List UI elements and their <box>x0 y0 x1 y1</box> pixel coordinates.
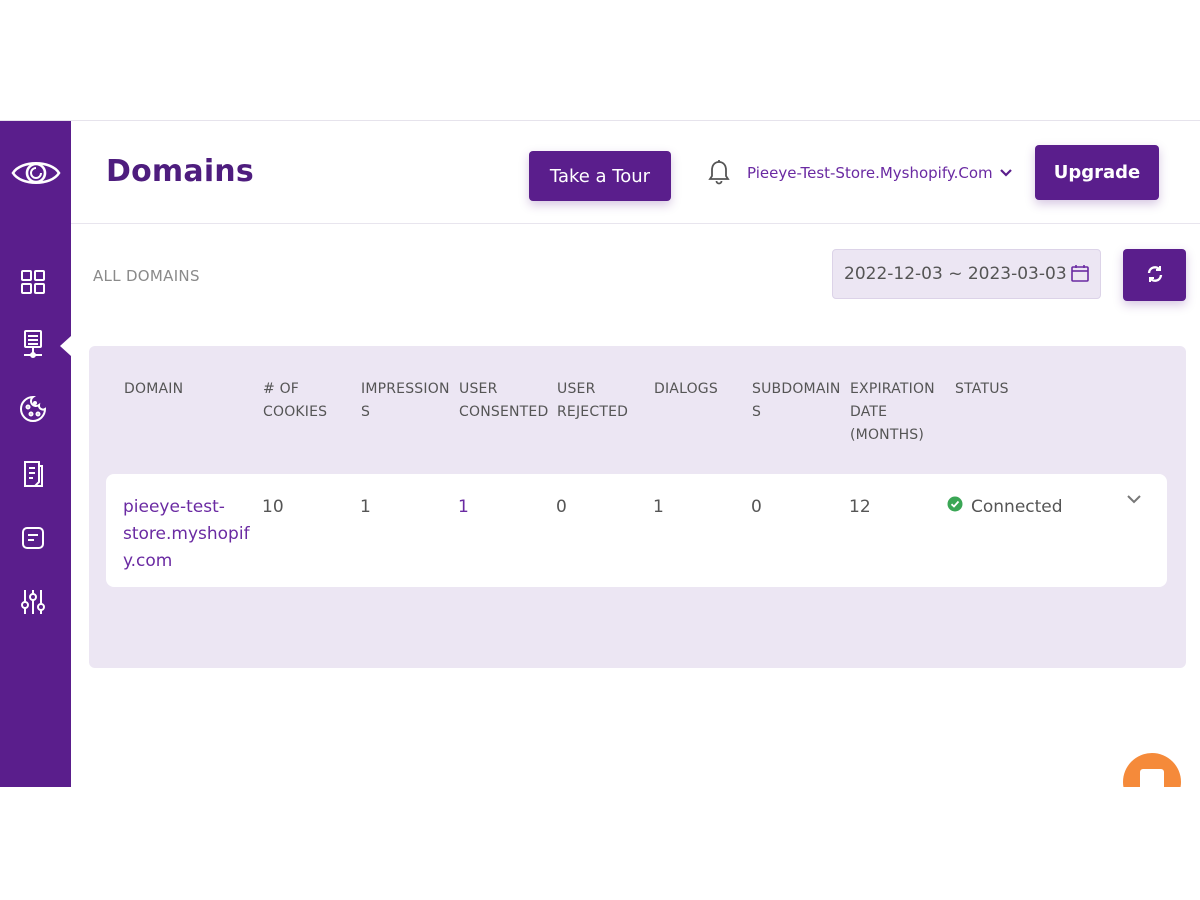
cookie-icon[interactable] <box>17 393 49 425</box>
notes-icon[interactable] <box>17 522 49 554</box>
column-header-domain: DOMAIN <box>124 381 184 397</box>
upgrade-button[interactable]: Upgrade <box>1035 145 1159 200</box>
column-header-dialogs: DIALOGS <box>654 381 718 397</box>
check-circle-icon <box>947 494 963 521</box>
header-line: DATE <box>850 404 888 420</box>
calendar-icon <box>1070 263 1090 288</box>
settings-sliders-icon[interactable] <box>17 586 49 618</box>
header-line: (MONTHS) <box>850 427 925 443</box>
eye-logo-icon[interactable] <box>10 151 62 195</box>
refresh-button[interactable] <box>1123 249 1186 301</box>
app-frame: Domains Take a Tour Pieeye-Test-Store.My… <box>0 120 1200 787</box>
refresh-icon <box>1146 265 1164 286</box>
column-header-subdomains: SUBDOMAIN S <box>752 378 841 424</box>
domain-line: store.myshopif <box>123 524 250 544</box>
bell-icon[interactable] <box>707 159 733 187</box>
domain-line: y.com <box>123 551 173 571</box>
header-line: S <box>361 404 371 420</box>
active-indicator <box>60 336 71 356</box>
cell-user-rejected: 0 <box>556 497 567 517</box>
expand-row-chevron-icon[interactable] <box>1126 492 1144 510</box>
column-header-user-rejected: USER REJECTED <box>557 378 628 424</box>
cell-impressions: 1 <box>360 497 371 517</box>
header-line: IMPRESSION <box>361 381 450 397</box>
cell-cookies: 10 <box>262 497 284 517</box>
cell-user-consented[interactable]: 1 <box>458 494 469 521</box>
cell-expiration: 12 <box>849 497 871 517</box>
column-header-status: STATUS <box>955 381 1009 397</box>
store-selector[interactable]: Pieeye-Test-Store.Myshopify.Com <box>747 161 1013 185</box>
domains-table: DOMAIN # OF COOKIES IMPRESSION S USER CO… <box>89 346 1186 668</box>
take-a-tour-button[interactable]: Take a Tour <box>529 151 671 201</box>
status-badge: Connected <box>947 494 1063 521</box>
page-title: Domains <box>106 154 254 189</box>
header-line: EXPIRATION <box>850 381 935 397</box>
top-header: Domains Take a Tour Pieeye-Test-Store.My… <box>71 121 1200 224</box>
date-range-value: 2022-12-03 ~ 2023-03-03 <box>844 264 1067 284</box>
header-line: # OF <box>263 381 300 397</box>
cell-subdomains: 0 <box>751 497 762 517</box>
header-line: S <box>752 404 762 420</box>
chevron-down-icon <box>999 164 1013 182</box>
domains-server-icon[interactable] <box>17 328 49 360</box>
column-header-expiration: EXPIRATION DATE (MONTHS) <box>850 378 935 447</box>
section-label: ALL DOMAINS <box>93 267 200 285</box>
store-name: Pieeye-Test-Store.Myshopify.Com <box>747 164 993 182</box>
column-header-impressions: IMPRESSION S <box>361 378 450 424</box>
header-line: USER <box>459 381 498 397</box>
header-line: REJECTED <box>557 404 629 420</box>
column-header-cookies: # OF COOKIES <box>263 378 327 424</box>
domain-line: pieeye-test- <box>123 497 225 517</box>
header-line: SUBDOMAIN <box>752 381 841 397</box>
header-line: CONSENTED <box>459 404 549 420</box>
dashboard-grid-icon[interactable] <box>17 266 49 298</box>
policy-document-icon[interactable] <box>17 458 49 490</box>
domain-link[interactable]: pieeye-test- store.myshopif y.com <box>123 494 250 575</box>
cell-dialogs: 1 <box>653 497 664 517</box>
status-text: Connected <box>971 497 1063 517</box>
chat-icon <box>1140 769 1164 787</box>
date-range-picker[interactable]: 2022-12-03 ~ 2023-03-03 <box>832 249 1101 299</box>
table-row[interactable]: pieeye-test- store.myshopif y.com 10 1 1… <box>106 474 1167 587</box>
header-line: COOKIES <box>263 404 328 420</box>
column-header-user-consented: USER CONSENTED <box>459 378 548 424</box>
chat-widget-button[interactable] <box>1123 753 1181 787</box>
sidebar <box>0 121 71 787</box>
header-line: USER <box>557 381 596 397</box>
